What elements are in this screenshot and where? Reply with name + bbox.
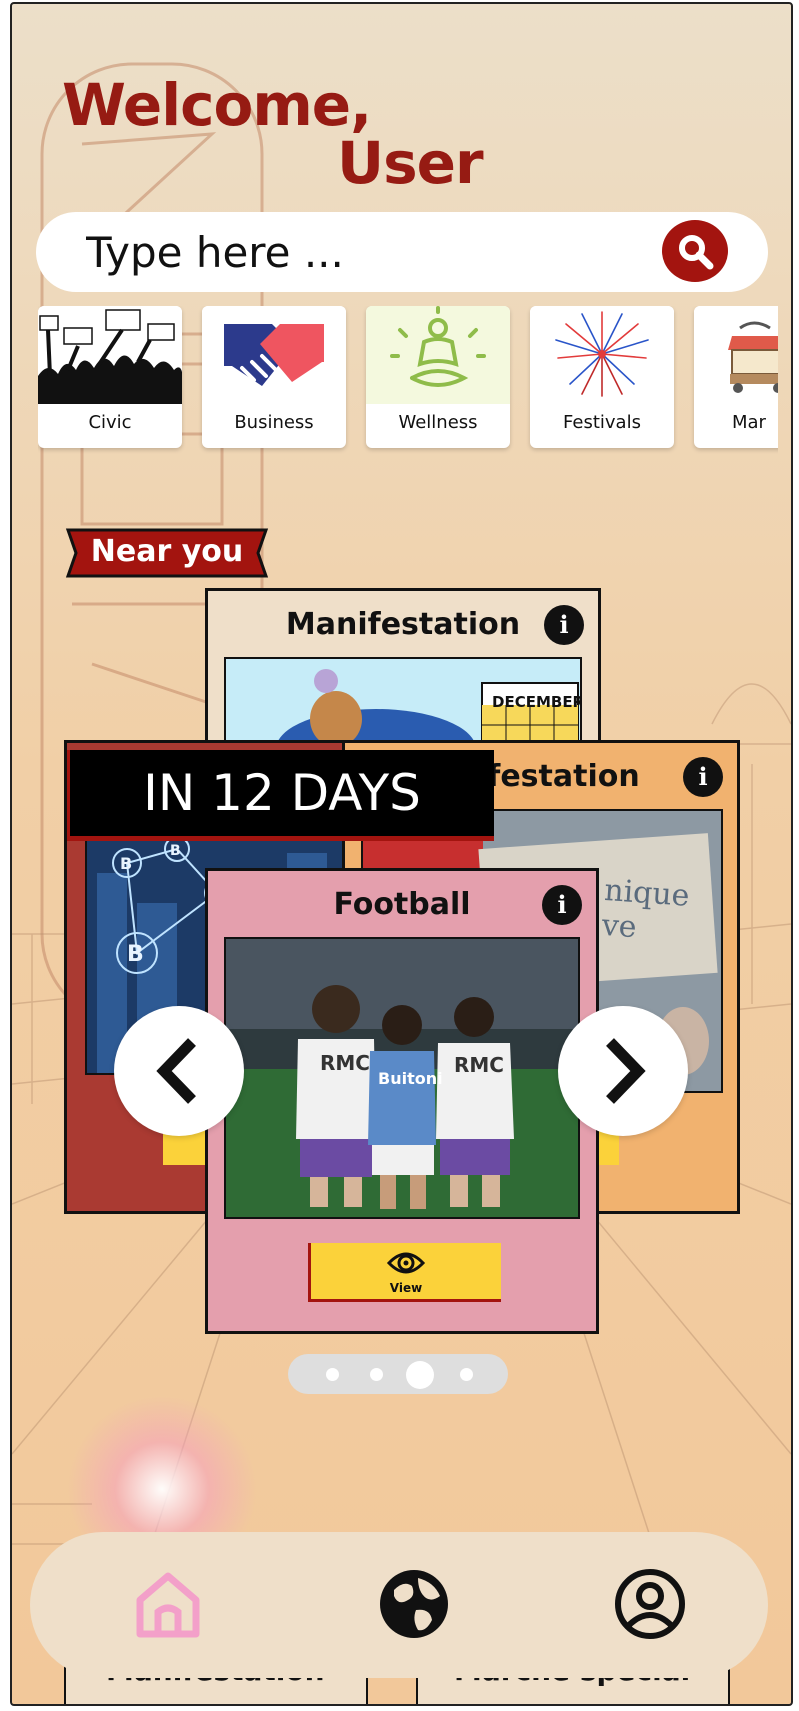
- category-market[interactable]: Mar: [694, 306, 778, 448]
- nav-profile[interactable]: [612, 1566, 688, 1642]
- info-icon[interactable]: i: [544, 605, 584, 645]
- fireworks-icon: [530, 306, 674, 404]
- welcome-line1: Welcome,: [62, 71, 372, 139]
- page-dot[interactable]: [460, 1368, 473, 1381]
- chevron-right-icon: [606, 1038, 646, 1104]
- search-bar: [36, 212, 768, 292]
- svg-text:B: B: [127, 942, 144, 967]
- near-you-tag: Near you: [64, 528, 270, 578]
- category-business[interactable]: Business: [202, 306, 346, 448]
- view-button[interactable]: View: [308, 1243, 501, 1302]
- jersey-sponsor-middle: Buitoni: [378, 1069, 443, 1088]
- bottom-navigation: [30, 1532, 768, 1678]
- pagination-dots: [288, 1354, 508, 1394]
- category-wellness[interactable]: Wellness: [366, 306, 510, 448]
- info-icon[interactable]: i: [683, 757, 723, 797]
- meditation-icon: [366, 306, 510, 404]
- profile-icon: [615, 1569, 685, 1639]
- page-dot[interactable]: [370, 1368, 383, 1381]
- page-dot[interactable]: [326, 1368, 339, 1381]
- category-festivals[interactable]: Festivals: [530, 306, 674, 448]
- category-label: Civic: [88, 412, 132, 433]
- market-stall-icon: [694, 306, 778, 404]
- category-label: Business: [234, 412, 314, 433]
- sign-text: nique ve: [600, 872, 691, 946]
- nav-home[interactable]: [130, 1566, 206, 1642]
- chevron-left-icon: [156, 1038, 196, 1104]
- eye-icon: [387, 1252, 425, 1274]
- event-card-front[interactable]: Football i RMC Buitoni RMC View: [205, 868, 599, 1334]
- category-label: Festivals: [563, 412, 641, 433]
- card-title: Manifestation: [285, 607, 521, 642]
- search-input[interactable]: [84, 226, 648, 278]
- category-carousel: Civic Business Wellness Festivals Mar: [38, 306, 778, 456]
- search-button[interactable]: [662, 220, 728, 282]
- countdown-banner: IN 12 DAYS: [67, 750, 494, 841]
- globe-icon: [380, 1570, 448, 1638]
- welcome-username: User: [337, 129, 484, 197]
- search-icon: [679, 235, 714, 270]
- app-frame: Welcome, User Civic: [10, 2, 793, 1706]
- calendar-text: DECEMBER: [492, 693, 582, 711]
- category-civic[interactable]: Civic: [38, 306, 182, 448]
- handshake-icon: [202, 306, 346, 404]
- prev-button[interactable]: [114, 1006, 244, 1136]
- card-image: RMC Buitoni RMC: [224, 937, 580, 1219]
- category-label: Wellness: [398, 412, 478, 433]
- info-icon[interactable]: i: [542, 885, 582, 925]
- svg-text:B: B: [120, 854, 132, 873]
- jersey-sponsor-left: RMC: [320, 1051, 370, 1075]
- welcome-heading: Welcome, User: [62, 76, 484, 197]
- svg-text:B: B: [170, 843, 181, 859]
- home-icon: [136, 1572, 200, 1638]
- near-you-label: Near you: [90, 534, 244, 569]
- nav-explore[interactable]: [376, 1566, 452, 1642]
- card-title: Football: [333, 887, 471, 922]
- view-label: View: [389, 1281, 423, 1295]
- crowd-protest-icon: [38, 306, 182, 404]
- page-dot-active[interactable]: [406, 1361, 434, 1389]
- next-button[interactable]: [558, 1006, 688, 1136]
- category-label: Mar: [732, 412, 766, 433]
- jersey-sponsor-right: RMC: [454, 1053, 504, 1077]
